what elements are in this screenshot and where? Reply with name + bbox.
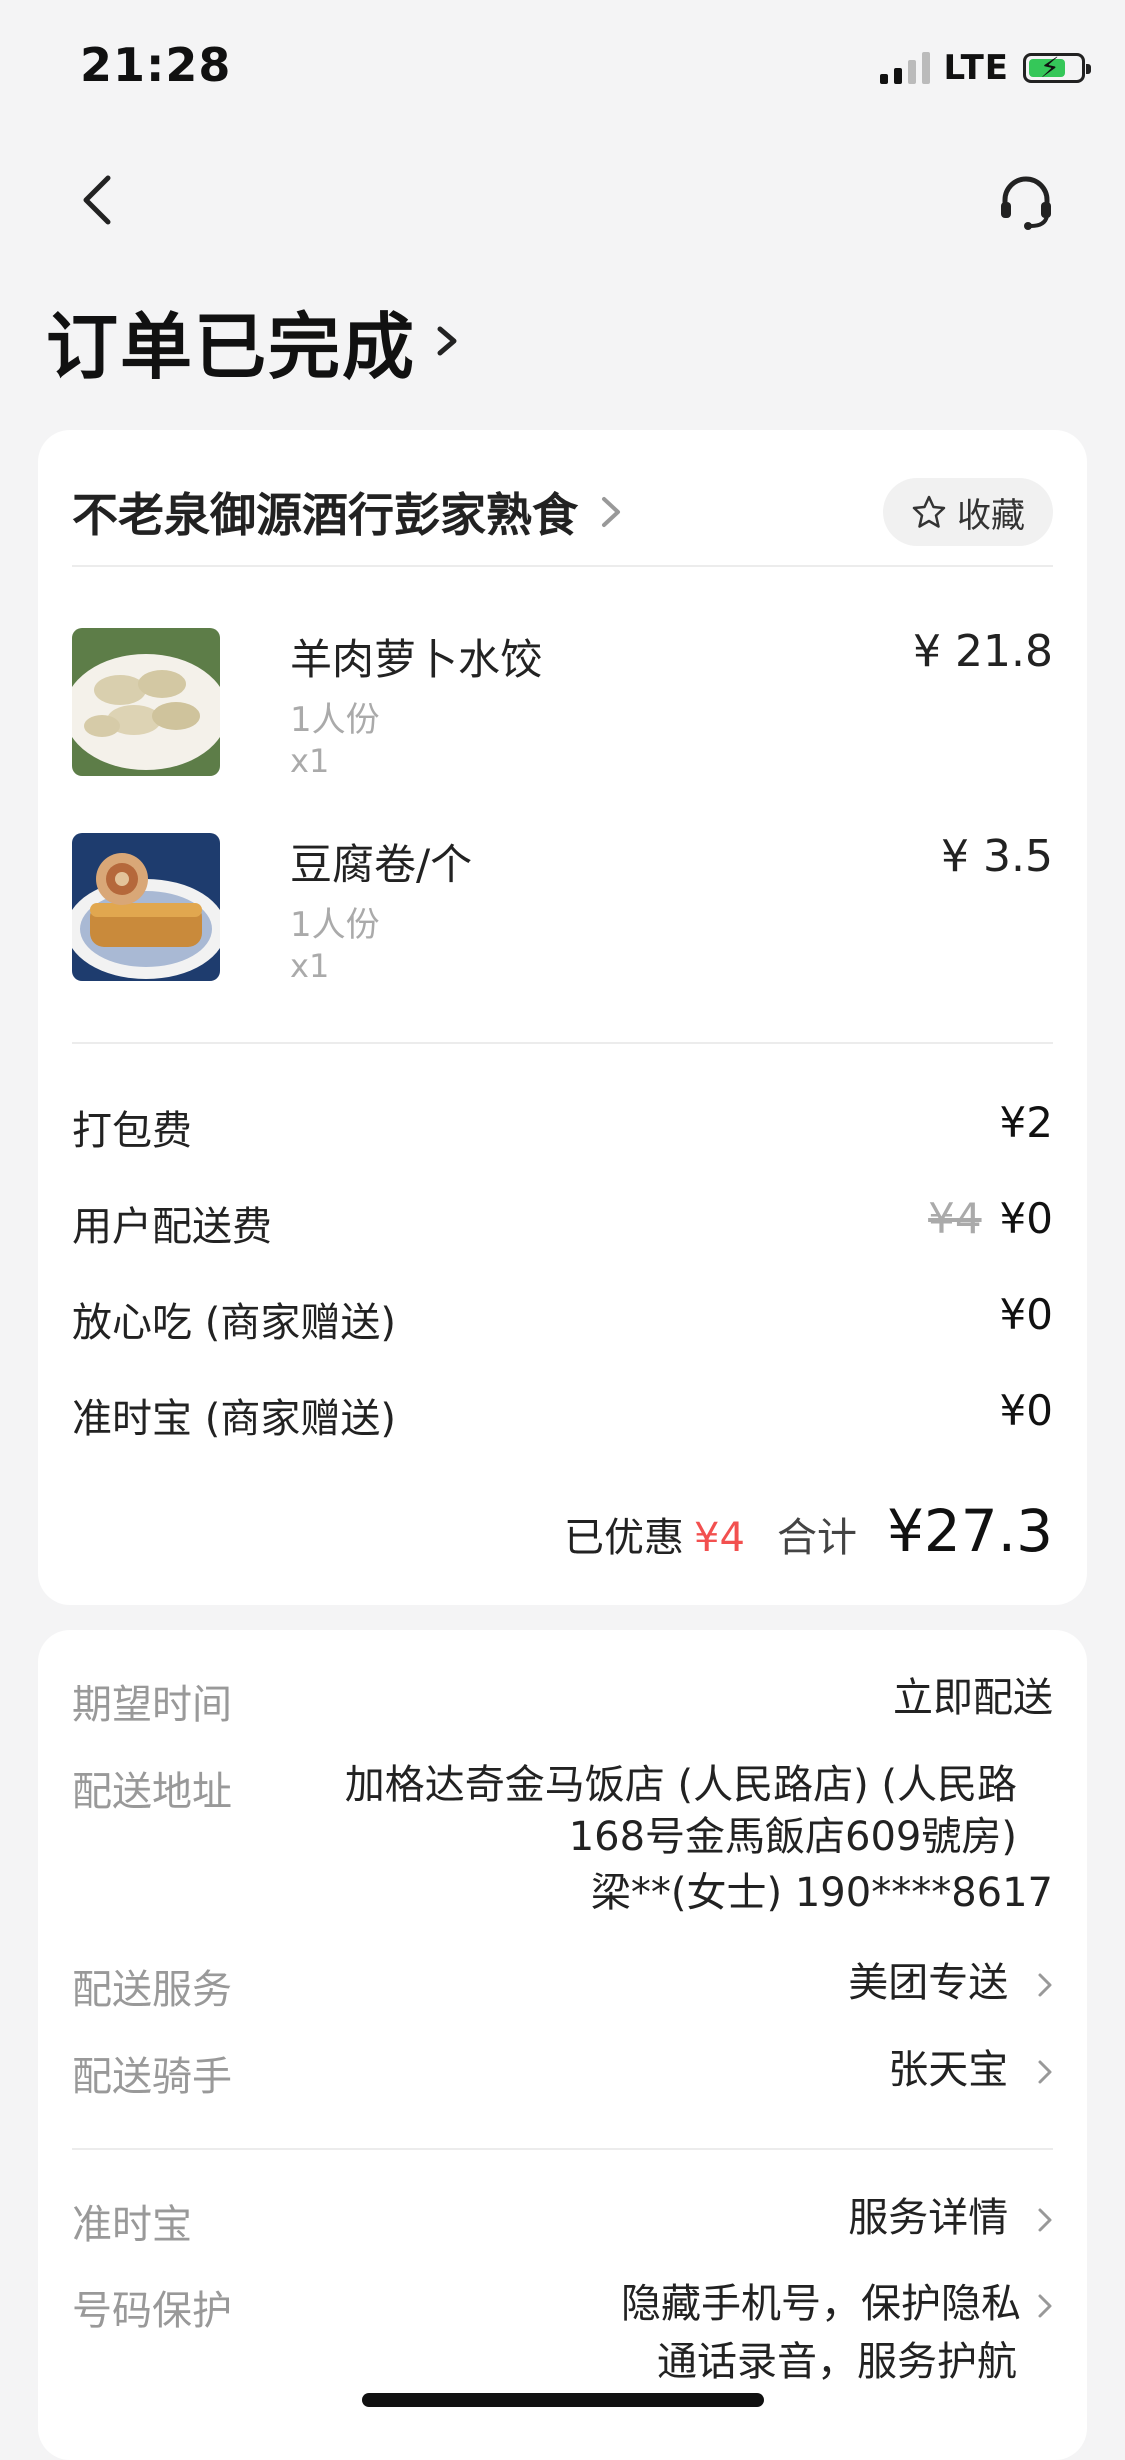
info-label: 期望时间	[72, 1682, 232, 1728]
divider	[72, 565, 1053, 567]
fee-value: ¥0	[999, 1290, 1053, 1339]
info-value: 服务详情	[848, 2195, 1009, 2241]
rider-row[interactable]: 配送骑手 张天宝	[72, 2044, 1053, 2104]
fee-row-delivery: 用户配送费 ¥4 ¥0	[72, 1194, 1053, 1254]
fee-value: ¥0	[999, 1386, 1053, 1435]
info-value-group: 美团专送	[848, 1957, 1053, 2009]
home-indicator[interactable]	[362, 2393, 764, 2407]
favorite-button[interactable]: 收藏	[883, 478, 1053, 546]
info-label: 配送地址	[72, 1769, 232, 1815]
order-total: 已优惠 ¥4 合计 ¥27.3	[564, 1497, 1053, 1565]
tofu-roll-image	[72, 833, 220, 981]
chevron-right-icon	[1038, 2294, 1052, 2318]
info-label: 配送骑手	[72, 2054, 232, 2100]
delivery-info-card: 期望时间 立即配送 配送地址 加格达奇金马饭店 (人民路店) (人民路 168号…	[38, 1630, 1087, 2460]
info-value: 隐藏手机号，保护隐私	[621, 2281, 1021, 2327]
fee-row-ontime: 准时宝 (商家赠送) ¥0	[72, 1386, 1053, 1446]
order-detail-card: 不老泉御源酒行彭家熟食 收藏 羊肉萝卜水饺 1人份 x1 ¥ 21.8 豆腐卷/…	[38, 430, 1087, 1605]
shop-name[interactable]: 不老泉御源酒行彭家熟食	[72, 479, 578, 545]
item-price: ¥ 21.8	[913, 626, 1053, 677]
chevron-right-icon[interactable]	[600, 495, 622, 529]
fee-label: 准时宝 (商家赠送)	[72, 1396, 396, 1442]
chevron-right-icon	[1038, 2208, 1052, 2232]
address-line: 加格达奇金马饭店 (人民路店) (人民路	[344, 1762, 1017, 1808]
item-quantity: x1	[290, 742, 330, 780]
info-label: 配送服务	[72, 1967, 232, 2013]
divider	[72, 1042, 1053, 1044]
item-spec: 1人份	[290, 905, 380, 945]
shop-header: 不老泉御源酒行彭家熟食 收藏	[72, 470, 1053, 554]
battery-icon: ⚡	[1023, 53, 1091, 83]
fee-original-price: ¥4	[928, 1194, 982, 1243]
total-value: ¥27.3	[886, 1497, 1053, 1565]
fee-value-group: ¥4 ¥0	[928, 1194, 1053, 1243]
info-value-group: 服务详情	[848, 2192, 1053, 2244]
address-text: 加格达奇金马饭店 (人民路店) (人民路 168号金馬飯店609號房)	[345, 1759, 1017, 1863]
info-value-line: 隐藏手机号，保护隐私	[621, 2278, 1053, 2330]
info-value: 立即配送	[893, 1675, 1053, 1721]
item-quantity: x1	[290, 947, 330, 985]
status-time: 21:28	[80, 38, 232, 92]
fee-label: 用户配送费	[72, 1204, 272, 1250]
customer-service-icon[interactable]	[995, 172, 1057, 234]
number-protection-row[interactable]: 号码保护 隐藏手机号，保护隐私 通话录音，服务护航	[72, 2278, 1053, 2398]
status-icons: LTE ⚡	[879, 48, 1091, 88]
page-title: 订单已完成	[46, 305, 417, 389]
dumpling-image	[72, 628, 220, 776]
item-spec: 1人份	[290, 700, 380, 740]
nav-bar	[0, 150, 1125, 260]
info-value: 通话录音，服务护航	[657, 2339, 1017, 2385]
favorite-label: 收藏	[957, 495, 1025, 536]
item-name: 羊肉萝卜水饺	[290, 635, 543, 684]
chevron-right-icon	[1038, 2060, 1052, 2084]
status-bar: 21:28 LTE ⚡	[0, 0, 1125, 130]
info-value-group: 隐藏手机号，保护隐私 通话录音，服务护航	[621, 2278, 1053, 2388]
info-value: 张天宝	[888, 2047, 1009, 2093]
order-item[interactable]: 羊肉萝卜水饺 1人份 x1 ¥ 21.8	[72, 626, 1053, 780]
order-item[interactable]: 豆腐卷/个 1人份 x1 ¥ 3.5	[72, 831, 1053, 985]
ontime-row[interactable]: 准时宝 服务详情	[72, 2192, 1053, 2252]
fee-value: ¥0	[999, 1194, 1053, 1243]
back-icon[interactable]	[68, 170, 128, 230]
info-value: 美团专送	[848, 1960, 1009, 2006]
chevron-right-icon	[437, 326, 457, 355]
item-name: 豆腐卷/个	[290, 840, 473, 889]
network-label: LTE	[943, 48, 1009, 88]
address-row: 配送地址 加格达奇金马饭店 (人民路店) (人民路 168号金馬飯店609號房)…	[72, 1759, 1053, 1929]
discount-value: ¥4	[694, 1515, 745, 1561]
item-price: ¥ 3.5	[941, 831, 1053, 882]
total-label: 合计	[776, 1515, 857, 1561]
fee-row-safe-eat: 放心吃 (商家赠送) ¥0	[72, 1290, 1053, 1350]
divider	[72, 2148, 1053, 2150]
info-value-group: 张天宝	[888, 2044, 1053, 2096]
chevron-right-icon	[1038, 1973, 1052, 1997]
fee-label: 打包费	[72, 1108, 192, 1154]
fee-row-packaging: 打包费 ¥2	[72, 1098, 1053, 1158]
order-status-header[interactable]: 订单已完成	[46, 288, 462, 393]
info-label: 准时宝	[72, 2202, 192, 2248]
fee-value: ¥2	[999, 1098, 1053, 1147]
info-label: 号码保护	[72, 2288, 232, 2334]
star-icon	[912, 495, 946, 528]
discount-label: 已优惠	[564, 1515, 685, 1561]
expected-time-row: 期望时间 立即配送	[72, 1672, 1053, 1732]
address-line: 168号金馬飯店609號房)	[568, 1814, 1017, 1860]
signal-icon	[879, 52, 930, 84]
address-contact: 梁**(女士) 190****8617	[590, 1870, 1053, 1916]
fee-label: 放心吃 (商家赠送)	[72, 1300, 396, 1346]
delivery-service-row[interactable]: 配送服务 美团专送	[72, 1957, 1053, 2017]
